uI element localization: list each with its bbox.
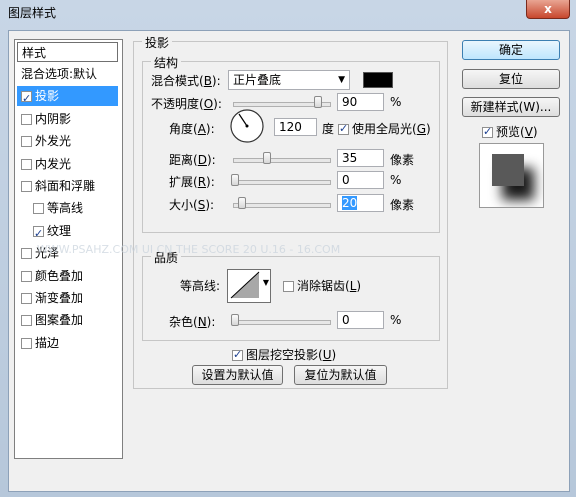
ok-button[interactable]: 确定 <box>462 40 560 60</box>
reset-default-button[interactable]: 复位为默认值 <box>294 365 387 385</box>
distance-label: 距离(D): <box>169 153 216 167</box>
opacity-label: 不透明度(O): <box>151 97 222 111</box>
global-light-option[interactable]: 使用全局光(G) <box>338 120 431 137</box>
contour-preview-icon <box>230 271 260 299</box>
distance-slider-track[interactable] <box>233 158 331 163</box>
style-list-label: 内阴影 <box>35 111 72 126</box>
style-list-label: 等高线 <box>47 201 84 216</box>
style-checkbox[interactable] <box>21 270 32 282</box>
style-list-item[interactable]: 描边 <box>17 333 118 353</box>
spread-input[interactable]: 0 <box>337 171 384 189</box>
shadow-color-swatch[interactable] <box>363 72 393 88</box>
new-style-button[interactable]: 新建样式(W)... <box>462 97 560 117</box>
distance-input[interactable]: 35 <box>337 149 384 167</box>
spread-slider-thumb[interactable] <box>231 174 239 186</box>
style-list-label: 渐变叠加 <box>35 291 84 305</box>
style-list-label: 内发光 <box>35 156 72 171</box>
angle-unit: 度 <box>322 122 335 136</box>
style-checkbox[interactable] <box>21 293 32 304</box>
spread-unit: % <box>390 173 402 187</box>
quality-group: 品质 等高线: ▼ 消除锯齿(L) 杂色(N): 0 % <box>142 249 440 341</box>
angle-input[interactable]: 120 <box>274 118 317 136</box>
noise-unit: % <box>390 313 402 327</box>
preview-checkbox[interactable] <box>482 125 493 138</box>
size-slider-thumb[interactable] <box>238 197 247 209</box>
style-list-item[interactable]: 图案叠加 <box>17 310 118 330</box>
style-list-label: 描边 <box>35 335 60 350</box>
global-light-checkbox[interactable] <box>338 122 349 135</box>
style-list-item[interactable]: 颜色叠加 <box>17 266 118 286</box>
distance-unit: 像素 <box>390 153 415 167</box>
style-list-label: 图案叠加 <box>35 313 84 328</box>
style-checkbox[interactable] <box>21 181 32 192</box>
noise-label: 杂色(N): <box>169 315 216 329</box>
style-list-item[interactable]: 渐变叠加 <box>17 288 118 308</box>
close-button[interactable]: x <box>526 0 570 19</box>
contour-picker[interactable]: ▼ <box>227 269 271 303</box>
style-list-label: 颜色叠加 <box>35 268 84 283</box>
style-checkbox[interactable] <box>21 248 32 260</box>
style-checkbox[interactable] <box>21 158 32 170</box>
size-unit: 像素 <box>390 198 415 212</box>
spread-label: 扩展(R): <box>169 175 215 189</box>
size-slider-track[interactable] <box>233 203 331 208</box>
distance-slider-thumb[interactable] <box>263 152 272 164</box>
preview-option[interactable]: 预览(V) <box>482 123 538 140</box>
style-list-label: 外发光 <box>35 134 72 149</box>
style-list-label: 混合选项:默认 <box>21 67 98 81</box>
style-list-item[interactable]: 斜面和浮雕 <box>17 176 118 196</box>
noise-input[interactable]: 0 <box>337 311 384 329</box>
angle-dial[interactable] <box>229 108 265 144</box>
drop-shadow-title: 投影 <box>142 34 173 51</box>
opacity-slider-thumb[interactable] <box>313 96 322 108</box>
blend-mode-label: 混合模式(B): <box>151 74 221 88</box>
opacity-input[interactable]: 90 <box>337 93 384 111</box>
styles-list-header[interactable]: 样式 <box>17 42 118 62</box>
style-list-item[interactable]: 混合选项:默认 <box>17 64 118 84</box>
layer-style-window: 图层样式 x 样式 混合选项:默认投影内阴影外发光内发光斜面和浮雕等高线纹理光泽… <box>0 0 576 497</box>
style-list-label: 投影 <box>35 89 60 104</box>
style-list-item[interactable]: 等高线 <box>17 198 118 218</box>
noise-slider-track[interactable] <box>233 320 331 325</box>
watermark-text: WWW.PSAHZ.COM UI CN THE SCORE 20 U.16 - … <box>37 243 341 256</box>
style-list-item[interactable]: 内阴影 <box>17 109 118 129</box>
style-checkbox[interactable] <box>21 113 32 125</box>
dialog-client: 样式 混合选项:默认投影内阴影外发光内发光斜面和浮雕等高线纹理光泽颜色叠加渐变叠… <box>8 30 570 492</box>
knockout-checkbox[interactable] <box>232 348 243 361</box>
structure-group: 结构 混合模式(B): 正片叠底▼ 不透明度(O): 90 % 角度(A): <box>142 54 440 233</box>
chevron-down-icon: ▼ <box>262 278 269 287</box>
noise-slider-thumb[interactable] <box>231 314 239 326</box>
style-checkbox[interactable] <box>21 136 32 148</box>
size-label: 大小(S): <box>169 198 215 212</box>
style-list-label: 纹理 <box>47 223 72 238</box>
style-checkbox[interactable] <box>21 315 32 327</box>
chevron-down-icon: ▼ <box>338 75 345 85</box>
make-default-button[interactable]: 设置为默认值 <box>192 365 283 385</box>
knockout-option[interactable]: 图层挖空投影(U) <box>232 346 336 363</box>
spread-slider-track[interactable] <box>233 180 331 185</box>
title-bar: 图层样式 x <box>0 0 576 24</box>
style-list-item[interactable]: 外发光 <box>17 131 118 151</box>
antialias-option[interactable]: 消除锯齿(L) <box>283 277 361 294</box>
style-preview-swatch <box>479 143 544 208</box>
drop-shadow-group: 投影 结构 混合模式(B): 正片叠底 ▼ 不透明度(O): 90 % 角度(A… <box>133 34 448 389</box>
angle-label: 角度(A): <box>169 122 215 136</box>
reset-button[interactable]: 复位 <box>462 69 560 89</box>
blend-mode-select[interactable]: 正片叠底 ▼ <box>228 70 350 90</box>
style-checkbox[interactable] <box>33 224 44 244</box>
contour-label: 等高线: <box>180 279 221 293</box>
window-title: 图层样式 <box>8 6 57 20</box>
style-list-label: 斜面和浮雕 <box>35 179 96 193</box>
style-list-item[interactable]: 纹理 <box>17 221 118 244</box>
style-list-item[interactable]: 投影 <box>17 86 118 109</box>
style-checkbox[interactable] <box>21 337 32 349</box>
style-checkbox[interactable] <box>33 203 44 215</box>
opacity-unit: % <box>390 95 402 109</box>
style-checkbox[interactable] <box>21 89 32 109</box>
style-list-item[interactable]: 内发光 <box>17 154 118 174</box>
antialias-checkbox[interactable] <box>283 281 294 292</box>
structure-title: 结构 <box>151 54 182 71</box>
size-input[interactable]: 20 <box>337 194 384 212</box>
